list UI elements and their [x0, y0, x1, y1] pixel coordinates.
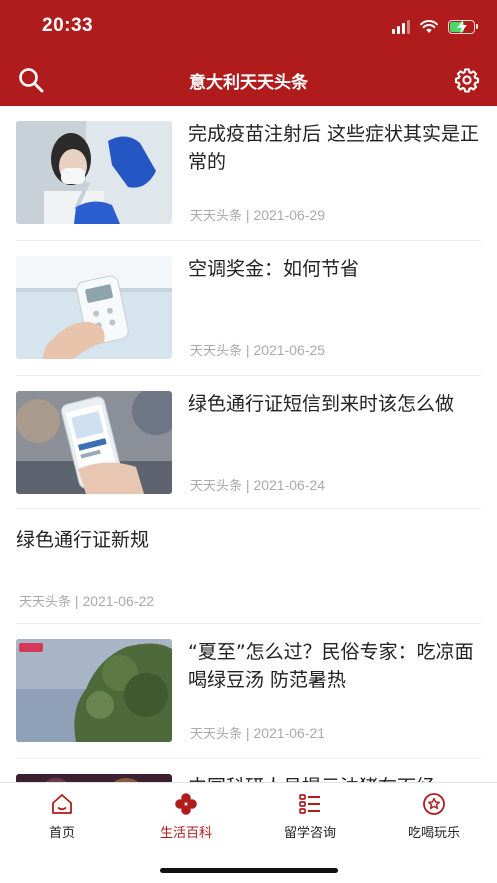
list-icon: [297, 791, 323, 817]
gear-icon: [454, 68, 480, 93]
article-item[interactable]: 中国科研人员提示油猪在面经: [16, 759, 481, 782]
article-title: 绿色通行证新规: [16, 529, 150, 551]
status-time: 20:33: [42, 15, 94, 36]
cellular-signal-icon: [392, 20, 410, 34]
wifi-icon: [420, 20, 438, 33]
clover-icon: [173, 791, 199, 817]
article-thumbnail: [16, 639, 172, 742]
tab-label: 留学咨询: [283, 826, 336, 841]
article-meta: 天天头条 | 2021-06-22: [19, 593, 155, 610]
article-meta: 天天头条 | 2021-06-24: [190, 477, 326, 494]
article-item[interactable]: 完成疫苗注射后 这些症状其实是正常的 天天头条 | 2021-06-29: [16, 106, 481, 241]
home-indicator: [160, 868, 338, 873]
status-icons: [392, 17, 478, 37]
tab-life-encyclopedia[interactable]: 生活百科: [124, 791, 248, 841]
battery-icon: [448, 20, 478, 34]
tab-label: 生活百科: [159, 826, 212, 841]
news-feed[interactable]: 完成疫苗注射后 这些症状其实是正常的 天天头条 | 2021-06-29 空调奖…: [0, 106, 497, 782]
home-icon: [49, 791, 75, 817]
tab-label: 首页: [48, 826, 75, 841]
article-title: “夏至”怎么过？民俗专家：吃凉面 喝绿豆汤 防范暑热: [188, 641, 474, 691]
article-item[interactable]: 绿色通行证新规 天天头条 | 2021-06-22: [16, 509, 481, 624]
article-thumbnail: [16, 121, 172, 224]
app-header: 20:33 意大利天天头条: [0, 0, 497, 106]
tab-food-fun[interactable]: 吃喝玩乐: [372, 791, 496, 841]
star-badge-icon: [421, 791, 447, 817]
article-title: 绿色通行证短信到来时该怎么做: [188, 393, 455, 415]
article-title: 完成疫苗注射后 这些症状其实是正常的: [188, 123, 480, 173]
article-thumbnail: [16, 391, 172, 494]
article-meta: 天天头条 | 2021-06-29: [190, 207, 326, 224]
page-title: 意大利天天头条: [189, 73, 308, 93]
article-title: 空调奖金：如何节省: [188, 258, 360, 280]
tab-study-abroad[interactable]: 留学咨询: [248, 791, 372, 841]
article-item[interactable]: “夏至”怎么过？民俗专家：吃凉面 喝绿豆汤 防范暑热 天天头条 | 2021-0…: [16, 624, 481, 759]
article-item[interactable]: 空调奖金：如何节省 天天头条 | 2021-06-25: [16, 241, 481, 376]
article-item[interactable]: 绿色通行证短信到来时该怎么做 天天头条 | 2021-06-24: [16, 376, 481, 509]
tab-home[interactable]: 首页: [0, 791, 124, 841]
settings-button[interactable]: [453, 66, 481, 94]
article-thumbnail: [16, 256, 172, 359]
article-thumbnail: [16, 774, 172, 782]
article-meta: 天天头条 | 2021-06-21: [190, 725, 326, 742]
article-meta: 天天头条 | 2021-06-25: [190, 342, 326, 359]
article-title: 中国科研人员提示油猪在面经: [188, 773, 481, 782]
tab-label: 吃喝玩乐: [407, 826, 460, 841]
